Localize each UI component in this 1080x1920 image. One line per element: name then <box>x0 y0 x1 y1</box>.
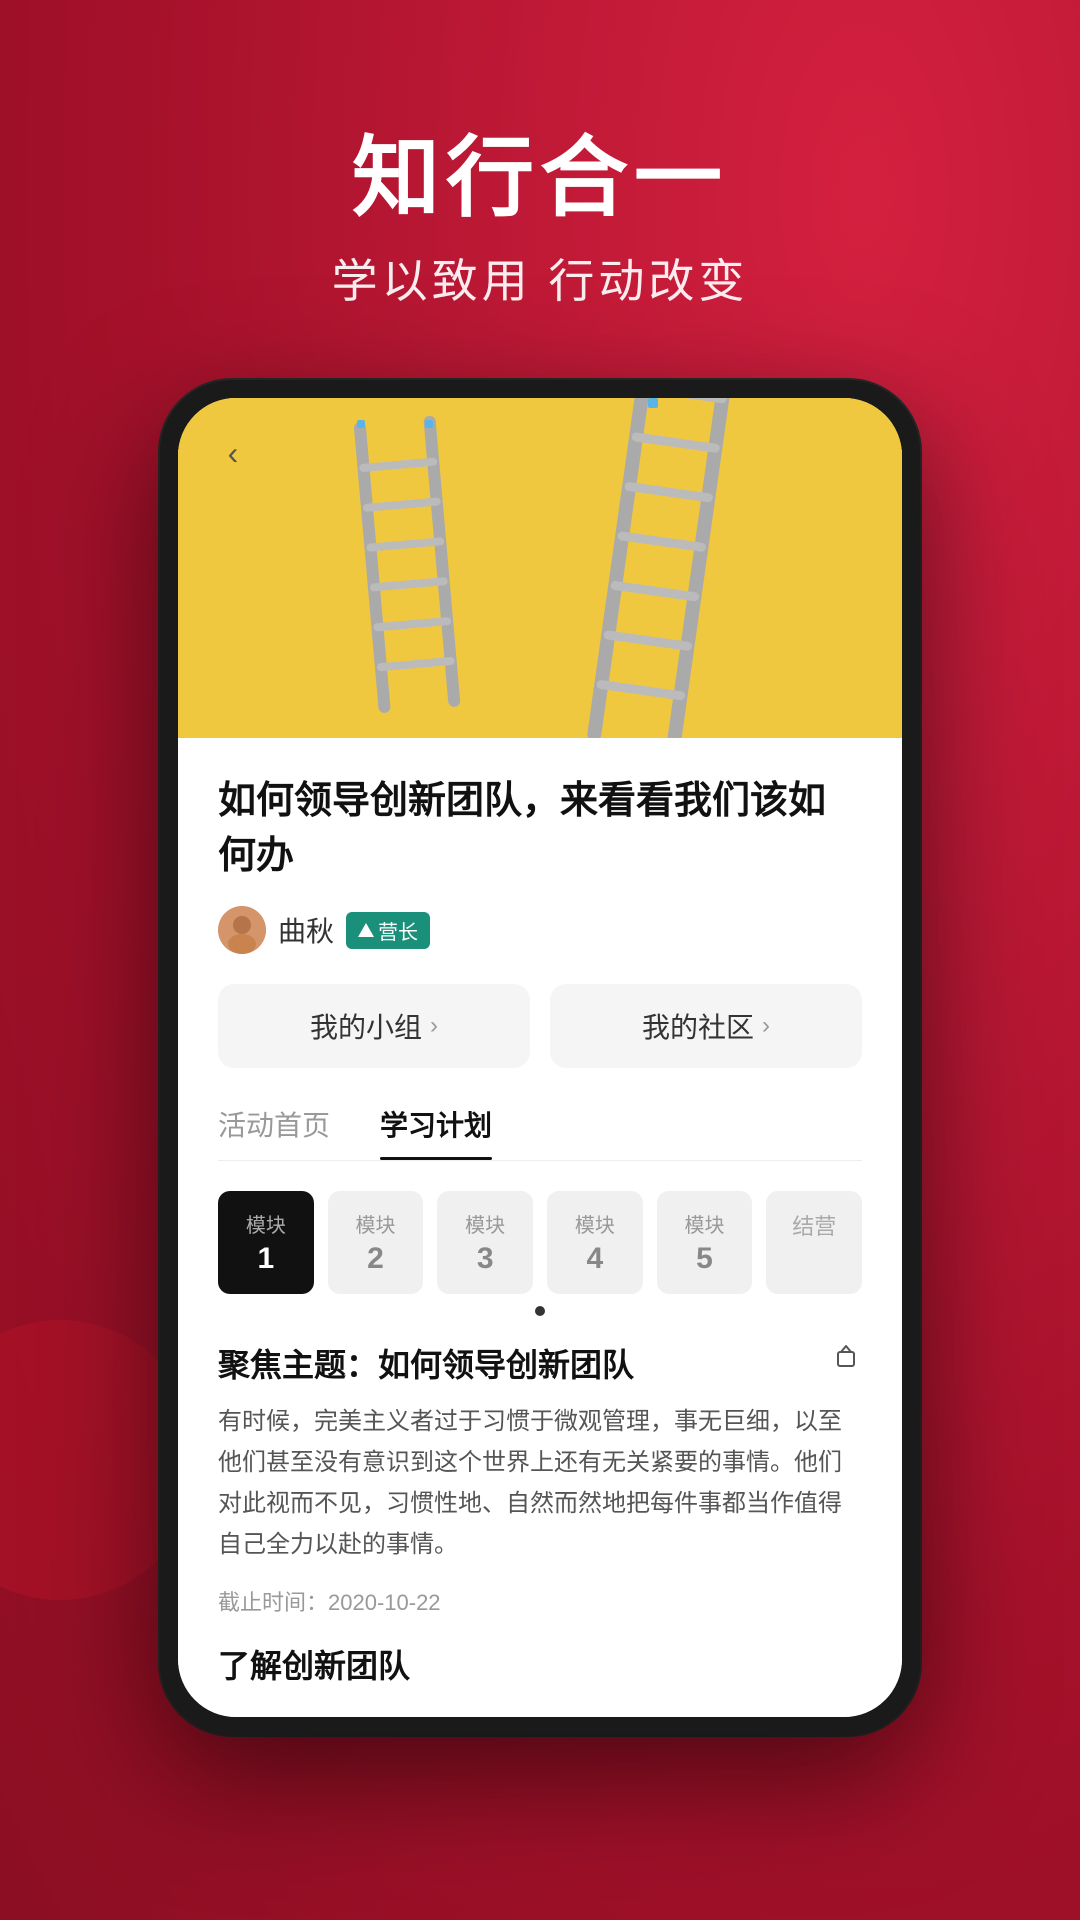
back-button[interactable]: ‹ <box>208 428 258 478</box>
header-section: 知行合一 学以致用 行动改变 <box>0 0 1080 311</box>
module-tab-4[interactable]: 模块 4 <box>547 1191 643 1294</box>
module-3-label: 模块 <box>437 1209 533 1238</box>
module-4-number: 4 <box>547 1242 643 1276</box>
author-name: 曲秋 <box>278 910 334 950</box>
tab-learning-plan[interactable]: 学习计划 <box>380 1104 492 1160</box>
share-button[interactable] <box>830 1340 862 1380</box>
module-4-label: 模块 <box>547 1209 643 1238</box>
module-tab-2[interactable]: 模块 2 <box>328 1191 424 1294</box>
tabs-row: 活动首页 学习计划 <box>218 1104 862 1161</box>
author-row: 曲秋 营长 <box>218 906 862 954</box>
module-5-label: 模块 <box>657 1209 753 1238</box>
badge-icon <box>358 923 374 937</box>
ladder-illustration <box>178 398 902 738</box>
dot-indicator <box>218 1306 862 1316</box>
article-title: 如何领导创新团队，来看看我们该如何办 <box>218 774 862 884</box>
author-badge: 营长 <box>346 912 430 949</box>
phone-screen: ‹ 如何领导创新团队，来看看我们该如何办 曲秋 <box>178 398 902 1717</box>
phone-frame: ‹ 如何领导创新团队，来看看我们该如何办 曲秋 <box>160 380 920 1735</box>
module-2-label: 模块 <box>328 1209 424 1238</box>
tab-activity-home[interactable]: 活动首页 <box>218 1104 330 1160</box>
understand-title: 了解创新团队 <box>218 1641 862 1687</box>
my-group-button[interactable]: 我的小组 › <box>218 984 530 1068</box>
module-tabs: 模块 1 模块 2 模块 3 模块 4 <box>218 1191 862 1294</box>
module-1-number: 1 <box>218 1242 314 1276</box>
module-tab-1[interactable]: 模块 1 <box>218 1191 314 1294</box>
my-community-label: 我的社区 <box>642 1006 754 1046</box>
module-end-label: 结营 <box>766 1209 862 1241</box>
my-community-chevron: › <box>762 1012 770 1040</box>
module-5-number: 5 <box>657 1242 753 1276</box>
section-header: 聚焦主题：如何领导创新团队 <box>218 1340 862 1386</box>
author-avatar <box>218 906 266 954</box>
deadline: 截止时间：2020-10-22 <box>218 1585 862 1617</box>
nav-buttons-row: 我的小组 › 我的社区 › <box>218 984 862 1068</box>
module-tab-5[interactable]: 模块 5 <box>657 1191 753 1294</box>
module-tab-end[interactable]: 结营 <box>766 1191 862 1294</box>
module-tab-3[interactable]: 模块 3 <box>437 1191 533 1294</box>
dot-active <box>535 1306 545 1316</box>
module-1-label: 模块 <box>218 1209 314 1238</box>
module-2-number: 2 <box>328 1242 424 1276</box>
my-group-chevron: › <box>430 1012 438 1040</box>
section-title: 聚焦主题：如何领导创新团队 <box>218 1340 814 1386</box>
phone-wrapper: ‹ 如何领导创新团队，来看看我们该如何办 曲秋 <box>160 380 920 1735</box>
main-title: 知行合一 <box>0 130 1080 227</box>
my-community-button[interactable]: 我的社区 › <box>550 984 862 1068</box>
section-body: 有时候，完美主义者过于习惯于微观管理，事无巨细，以至他们甚至没有意识到这个世界上… <box>218 1402 862 1565</box>
main-subtitle: 学以致用 行动改变 <box>0 245 1080 311</box>
tab-activity-home-label: 活动首页 <box>218 1110 330 1141</box>
module-3-number: 3 <box>437 1242 533 1276</box>
content-area: 如何领导创新团队，来看看我们该如何办 曲秋 营长 <box>178 738 902 1717</box>
my-group-label: 我的小组 <box>310 1006 422 1046</box>
article-image: ‹ <box>178 398 902 738</box>
tab-learning-plan-label: 学习计划 <box>380 1110 492 1141</box>
